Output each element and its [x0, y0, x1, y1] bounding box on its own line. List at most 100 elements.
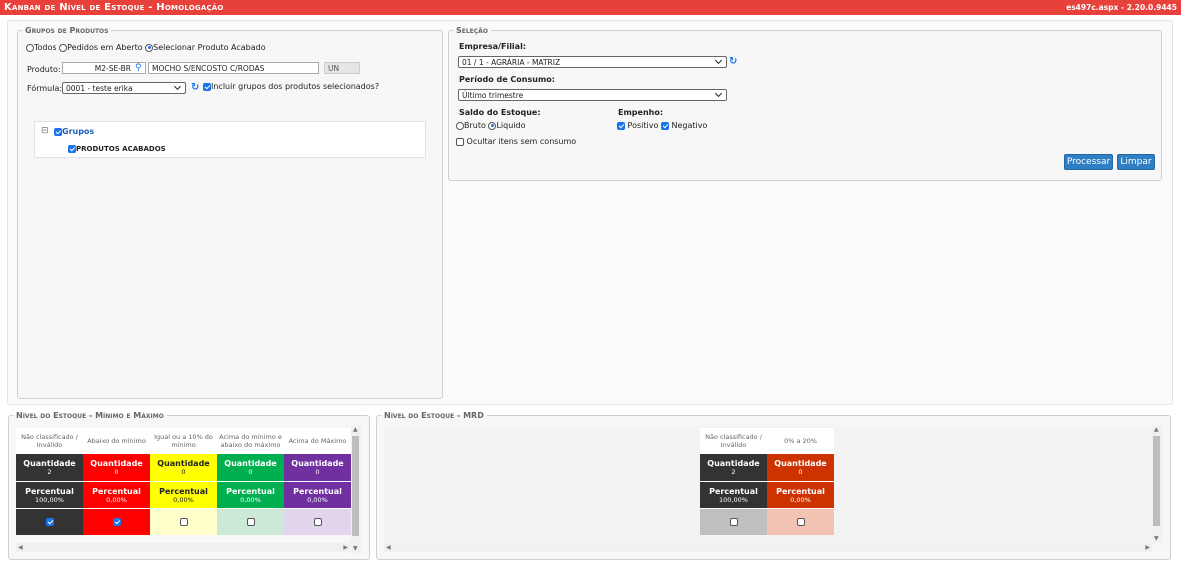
empenho-negativo-checkbox[interactable] — [660, 121, 669, 130]
selecao-fieldset: Seleção — [448, 26, 1162, 181]
tree-root-item: Grupos — [54, 127, 94, 136]
formula-select[interactable]: 0001 - teste erika — [62, 82, 186, 94]
incluir-grupos-option: Incluir grupos dos produtos selecionados… — [203, 82, 379, 91]
filter-cell — [150, 508, 217, 535]
grupos-legend: Grupos de Produtos — [25, 26, 109, 35]
scroll-left-icon[interactable]: ◀ — [18, 544, 23, 552]
scroll-thumb[interactable] — [1153, 436, 1160, 526]
level-filter-checkbox[interactable] — [729, 518, 738, 526]
level-filter-checkbox[interactable] — [246, 518, 255, 526]
quantity-value: 0 — [798, 468, 803, 476]
level-filter-checkbox[interactable] — [796, 518, 805, 526]
periodo-label: Período de Consumo: — [459, 75, 555, 84]
empresa-label: Empresa/Filial: — [459, 42, 527, 51]
scroll-down-icon[interactable]: ▼ — [353, 545, 358, 553]
level-filter-checkbox[interactable] — [112, 518, 121, 526]
tree-child-item: PRODUTOS ACABADOS — [68, 144, 166, 153]
saldo-radio-group: Bruto Liquido — [456, 121, 525, 130]
scroll-up-icon[interactable]: ▲ — [1154, 426, 1159, 434]
mrd-grid: Não classificado / Inválido 0% a 20% Quant… — [700, 428, 834, 535]
incluir-grupos-checkbox[interactable] — [203, 82, 211, 91]
level-header: Acima do Máximo — [284, 428, 351, 454]
tree-child-label[interactable]: PRODUTOS ACABADOS — [76, 145, 166, 153]
tree-root-checkbox[interactable] — [54, 127, 62, 136]
level-header: Abaixo do mínimo — [83, 428, 150, 454]
level-filter-checkbox[interactable] — [313, 518, 322, 526]
processar-button[interactable]: Processar — [1064, 154, 1113, 170]
tree-child-checkbox[interactable] — [68, 144, 76, 153]
refresh-icon[interactable]: ↻ — [191, 83, 201, 93]
percent-cell: Percentual 0,00% — [83, 481, 150, 508]
scroll-right-icon[interactable]: ▶ — [343, 544, 348, 552]
percent-label: Percentual — [709, 486, 758, 496]
produto-radio-group: Todos Pedidos em Aberto Selecionar Produ… — [26, 43, 266, 52]
percent-value: 0,00% — [307, 495, 328, 504]
radio-pedidos[interactable] — [59, 43, 68, 52]
quantity-value: 0 — [315, 468, 320, 476]
mrd-vertical-scrollbar[interactable]: ▲ ▼ — [1152, 426, 1162, 543]
selecao-legend: Seleção — [456, 26, 488, 35]
quantity-label: Quantidade — [23, 459, 76, 468]
empenho-positivo-label: Positivo — [627, 121, 659, 130]
produto-desc-input[interactable]: MOCHO S/ENCOSTO C/RODAS — [148, 62, 319, 74]
empenho-label: Empenho: — [618, 108, 664, 117]
chevron-down-icon — [714, 89, 723, 98]
title-bar: Kanban de Nível de Estoque - Homologação… — [0, 0, 1181, 15]
empenho-negativo-label: Negativo — [671, 121, 708, 130]
produto-desc-value: MOCHO S/ENCOSTO C/RODAS — [152, 63, 265, 73]
empenho-positivo-checkbox[interactable] — [617, 121, 625, 130]
scroll-down-icon[interactable]: ▼ — [1154, 535, 1159, 543]
filter-cell — [16, 508, 83, 535]
level-filter-checkbox[interactable] — [45, 518, 54, 526]
produto-unit-value: UN — [328, 63, 340, 73]
percent-cell: Percentual 100,00% — [700, 481, 767, 508]
quantity-value: 2 — [47, 468, 52, 476]
quantity-value: 2 — [731, 468, 736, 476]
formula-label: Fórmula: — [27, 84, 63, 93]
chevron-down-icon — [173, 82, 182, 91]
radio-liquido[interactable] — [488, 121, 497, 130]
quantity-cell: Quantidade 0 — [150, 454, 217, 481]
radio-bruto-label: Bruto — [464, 121, 486, 130]
percent-label: Percentual — [25, 486, 74, 496]
refresh-icon[interactable]: ↻ — [729, 57, 739, 67]
scroll-left-icon[interactable]: ◀ — [386, 544, 391, 552]
tree-root-label[interactable]: Grupos — [62, 127, 94, 136]
search-icon[interactable]: ⚲ — [135, 63, 142, 73]
produto-code-input[interactable]: M2-SE-BR — [62, 62, 146, 74]
page-title: Kanban de Nível de Estoque - Homologação — [4, 2, 224, 13]
empresa-select[interactable]: 01 / 1 - AGRÁRIA - MATRIZ — [458, 56, 727, 68]
percent-value: 0,00% — [173, 495, 194, 504]
minmax-legend: Nível do Estoque - Mínimo e Máximo — [16, 411, 164, 420]
quantity-value: 0 — [248, 468, 253, 476]
mrd-horizontal-scrollbar[interactable]: ◀ ▶ — [384, 543, 1152, 552]
scroll-thumb[interactable] — [352, 436, 359, 536]
quantity-label: Quantidade — [224, 459, 277, 468]
quantity-cell: Quantidade 2 — [16, 454, 83, 481]
filter-cell — [700, 508, 767, 535]
radio-selecionar[interactable] — [145, 43, 154, 52]
limpar-button[interactable]: Limpar — [1117, 154, 1155, 170]
filter-cell — [83, 508, 150, 535]
minmax-horizontal-scrollbar[interactable]: ◀ ▶ — [16, 543, 350, 552]
ocultar-option: Ocultar itens sem consumo — [456, 137, 576, 146]
percent-value: 0,00% — [790, 495, 811, 504]
mrd-legend: Nível do Estoque - MRD — [384, 411, 484, 420]
ocultar-checkbox[interactable] — [456, 137, 464, 146]
quantity-label: Quantidade — [291, 459, 344, 468]
radio-todos[interactable] — [26, 43, 34, 52]
produto-code-value: M2-SE-BR — [94, 63, 131, 73]
minmax-vertical-scrollbar[interactable]: ▲ ▼ — [351, 426, 361, 553]
scroll-up-icon[interactable]: ▲ — [353, 426, 358, 434]
radio-bruto[interactable] — [456, 121, 464, 130]
level-filter-checkbox[interactable] — [179, 518, 188, 526]
quantity-value: 0 — [181, 468, 186, 476]
filter-cell — [284, 508, 351, 535]
percent-value: 100,00% — [35, 495, 64, 504]
scroll-right-icon[interactable]: ▶ — [1145, 544, 1150, 552]
tree-collapse-icon[interactable]: ⊟ — [41, 126, 49, 136]
periodo-select[interactable]: Último trimestre — [458, 89, 727, 101]
radio-liquido-label: Liquido — [496, 121, 526, 130]
ocultar-label: Ocultar itens sem consumo — [466, 137, 577, 146]
quantity-label: Quantidade — [90, 459, 143, 468]
